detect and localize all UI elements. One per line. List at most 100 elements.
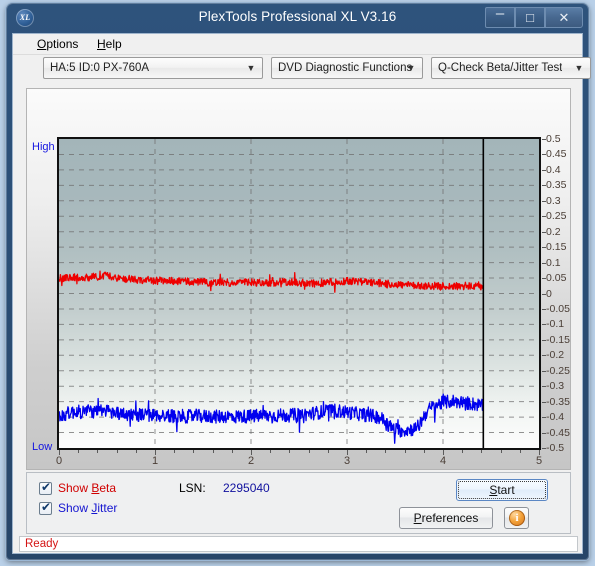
toolbar-dropdowns: HA:5 ID:0 PX-760A ▼ DVD Diagnostic Funct…	[13, 57, 591, 83]
x-axis-tick-mark	[500, 450, 502, 453]
y-axis-tick-mark	[542, 324, 546, 326]
checkbox-box: ✔	[39, 480, 52, 495]
chevron-down-icon: ▼	[406, 63, 416, 73]
chart-panel: High Low 0.5 0.45 0.4 0.35 0.3 0.25 0.2 0.15 0.1…	[26, 88, 571, 470]
drive-select[interactable]: HA:5 ID:0 PX-760A ▼	[43, 57, 263, 79]
x-axis-tick-label: 5	[535, 455, 543, 467]
x-axis-tick-mark	[366, 450, 368, 453]
client-area: Options Help HA:5 ID:0 PX-760A ▼ DVD Dia…	[12, 33, 591, 554]
chevron-down-icon: ▼	[246, 63, 256, 73]
y-axis-tick-mark	[542, 432, 546, 434]
show-beta-label: Show Beta	[58, 481, 117, 495]
start-button[interactable]: Start	[456, 479, 548, 501]
x-axis-tick-label: 1	[151, 455, 159, 467]
y-axis-tick-label: 0.05	[546, 272, 567, 285]
check-icon: ✔	[41, 500, 52, 514]
x-axis-tick-mark	[385, 450, 387, 453]
x-axis-tick-mark	[270, 450, 272, 453]
y-axis-tick-label: 0.3	[546, 194, 561, 207]
y-axis-tick-label: -0.2	[546, 349, 565, 362]
y-axis-tick-mark	[542, 231, 546, 233]
show-jitter-label: Show Jitter	[58, 501, 118, 515]
menu-item-help[interactable]: Help	[91, 36, 128, 52]
y-axis-tick-label: -0.5	[546, 442, 565, 454]
status-text: Ready	[25, 538, 59, 550]
y-axis-tick-label: 0.5	[546, 133, 561, 145]
title-bar[interactable]: XL PlexTools Professional XL V3.16 – □ ✕	[6, 3, 589, 33]
y-axis-tick-mark	[542, 293, 546, 295]
x-axis-tick-mark	[97, 450, 99, 453]
x-axis-tick-mark	[519, 450, 521, 453]
close-icon: ✕	[558, 10, 570, 25]
x-axis-tick-mark	[481, 450, 483, 453]
x-axis-tick-mark	[289, 450, 291, 453]
y-axis-tick-label: 0.2	[546, 225, 561, 238]
x-axis-tick-mark	[327, 450, 329, 453]
y-axis-tick-mark	[542, 417, 546, 419]
minimize-icon: –	[495, 5, 505, 22]
y-axis-tick-mark	[542, 370, 546, 372]
menu-options-rest: ptions	[46, 37, 79, 51]
y-axis-tick-mark	[542, 386, 546, 388]
x-axis-tick-mark	[116, 450, 118, 453]
start-button-label: Start	[489, 483, 515, 497]
y-axis-tick-label: -0.25	[546, 364, 570, 377]
menu-bar: Options Help	[13, 34, 582, 55]
y-axis-tick-label: 0.15	[546, 241, 567, 254]
maximize-icon: □	[526, 10, 534, 25]
test-select-value: Q-Check Beta/Jitter Test	[438, 62, 563, 74]
y-axis-tick-label: -0.35	[546, 395, 570, 408]
y-axis-tick-label: 0.35	[546, 179, 567, 192]
y-axis-tick-mark	[542, 139, 546, 140]
check-icon: ✔	[41, 480, 52, 494]
x-axis-tick-mark	[308, 450, 310, 453]
x-axis-tick-label: 0	[55, 455, 63, 467]
y-axis-tick-label: 0	[546, 287, 552, 300]
plot-canvas	[59, 139, 539, 448]
x-axis-tick-mark	[78, 450, 80, 453]
y-axis-tick-mark	[542, 185, 546, 187]
x-axis-tick-mark	[404, 450, 406, 453]
x-axis-tick-label: 2	[247, 455, 255, 467]
x-axis-tick-mark	[174, 450, 176, 453]
x-axis-tick-mark	[231, 450, 233, 453]
x-axis-tick-mark	[462, 450, 464, 453]
y-axis-tick-mark	[542, 216, 546, 218]
close-button[interactable]: ✕	[545, 7, 583, 28]
x-axis-tick-mark	[135, 450, 137, 453]
minimize-button[interactable]: –	[485, 5, 515, 28]
y-axis-tick-mark	[542, 278, 546, 280]
menu-item-options[interactable]: Options	[31, 36, 84, 52]
info-icon: i	[509, 510, 525, 526]
y-axis-tick-mark	[542, 339, 546, 341]
y-axis-tick-mark	[542, 154, 546, 156]
controls-panel: ✔ Show Beta ✔ Show Jitter LSN: 2295040 S…	[26, 472, 571, 534]
function-select[interactable]: DVD Diagnostic Functions ▼	[271, 57, 423, 79]
x-axis-tick-mark	[423, 450, 425, 453]
function-select-value: DVD Diagnostic Functions	[278, 62, 413, 74]
test-select[interactable]: Q-Check Beta/Jitter Test ▼	[431, 57, 591, 79]
y-axis-tick-mark	[542, 200, 546, 202]
y-axis-tick-mark	[542, 262, 546, 264]
x-axis-tick-mark	[212, 450, 214, 453]
maximize-button[interactable]: □	[515, 7, 545, 28]
y-axis-tick-label: -0.4	[546, 411, 565, 424]
chart-low-label: Low	[32, 441, 53, 453]
chevron-down-icon: ▼	[574, 63, 584, 73]
x-axis-tick-mark	[193, 450, 195, 453]
preferences-button[interactable]: Preferences	[399, 507, 493, 529]
y-axis-tick-label: 0.45	[546, 148, 567, 161]
y-axis-tick-mark	[542, 355, 546, 357]
x-axis-tick-label: 3	[343, 455, 351, 467]
y-axis-tick-mark	[542, 169, 546, 171]
y-axis-tick-label: 0.25	[546, 210, 567, 223]
y-axis-tick-label: -0.3	[546, 380, 565, 393]
y-axis-tick-label: -0.45	[546, 426, 570, 439]
y-axis-tick-mark	[542, 448, 546, 449]
y-axis-tick-label: -0.05	[546, 302, 570, 315]
y-axis-tick-mark	[542, 308, 546, 310]
beta-jitter-plot	[57, 137, 541, 450]
application-window: XL PlexTools Professional XL V3.16 – □ ✕…	[6, 3, 591, 560]
info-button[interactable]: i	[504, 507, 529, 529]
drive-select-value: HA:5 ID:0 PX-760A	[50, 62, 150, 74]
